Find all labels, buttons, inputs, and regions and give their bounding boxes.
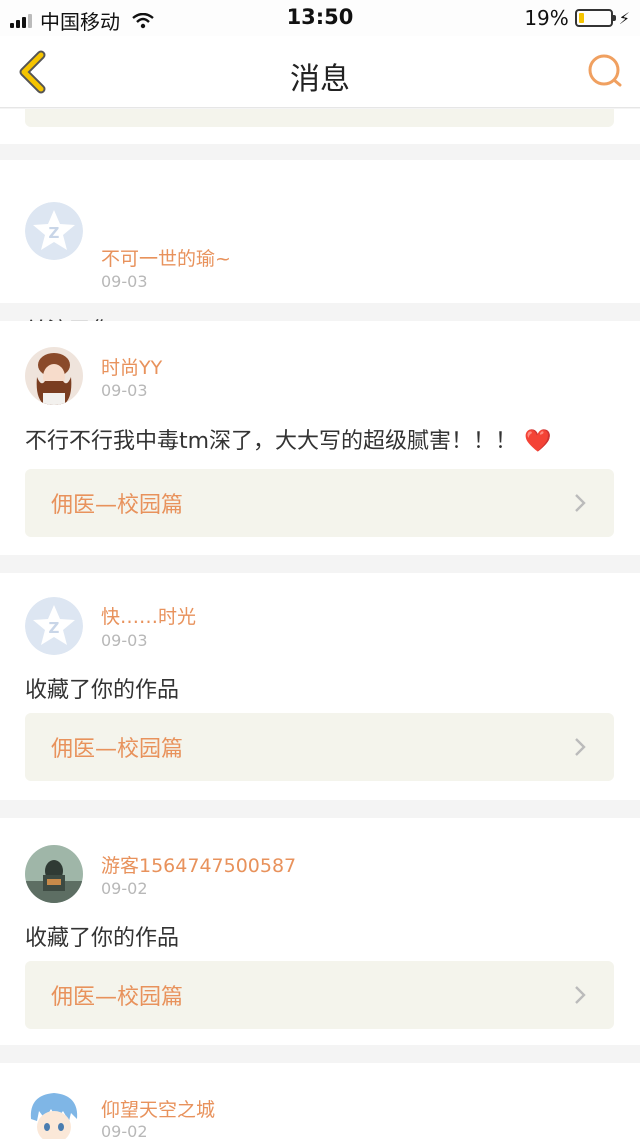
default-avatar-icon[interactable]: Z [25, 597, 83, 655]
work-title: 佣医—校园篇 [51, 493, 184, 518]
work-link[interactable]: 佣医—校园篇 [25, 469, 614, 537]
message-date: 09-03 [101, 381, 148, 400]
user-name[interactable]: 仰望天空之城 [101, 1095, 215, 1122]
status-bar: 中国移动 13:50 19% ⚡ [0, 0, 640, 36]
nav-bar: 消息 [0, 36, 640, 108]
message-date: 09-03 [101, 631, 148, 650]
user-name[interactable]: 不可一世的瑜~ [101, 244, 231, 271]
message-text: 收藏了你的作品 [25, 678, 180, 703]
svg-text:Z: Z [49, 619, 60, 637]
message-card-partial [0, 109, 640, 144]
message-card: Z 不可一世的瑜~ 09-03 关注了您 [0, 160, 640, 344]
status-right: 19% ⚡ [524, 6, 630, 30]
message-date: 09-03 [101, 272, 148, 291]
charging-icon: ⚡ [618, 8, 630, 28]
chevron-right-icon [575, 738, 586, 756]
work-title: 佣医—校园篇 [51, 737, 184, 762]
svg-text:Z: Z [49, 224, 60, 242]
message-feed: Z 不可一世的瑜~ 09-03 关注了您 时尚YY 09-03 不行不行我中毒t… [0, 109, 640, 1139]
chevron-right-icon [575, 986, 586, 1004]
message-card: 时尚YY 09-03 不行不行我中毒tm深了，大大写的超级腻害！！！ ❤️ 佣医… [0, 321, 640, 555]
user-name[interactable]: 快……时光 [101, 602, 196, 629]
message-text: 不行不行我中毒tm深了，大大写的超级腻害！！！ ❤️ [25, 423, 551, 455]
work-link[interactable]: 佣医—校园篇 [25, 713, 614, 781]
work-title: 佣医—校园篇 [51, 985, 184, 1010]
message-date: 09-02 [101, 879, 148, 898]
message-card: 游客1564747500587 09-02 收藏了你的作品 佣医—校园篇 [0, 818, 640, 1045]
search-icon[interactable] [586, 52, 624, 90]
user-name[interactable]: 时尚YY [101, 353, 162, 380]
user-avatar[interactable] [25, 347, 83, 405]
page-title: 消息 [290, 62, 350, 97]
default-avatar-icon[interactable]: Z [25, 202, 83, 260]
message-text: 收藏了你的作品 [25, 926, 180, 951]
message-date: 09-02 [101, 1122, 148, 1139]
message-text-body: 不行不行我中毒tm深了，大大写的超级腻害！！！ [25, 429, 518, 454]
user-avatar[interactable] [25, 845, 83, 903]
user-name[interactable]: 游客1564747500587 [101, 851, 296, 878]
user-avatar[interactable] [25, 1089, 83, 1139]
chevron-right-icon [575, 494, 586, 512]
battery-icon [574, 9, 616, 27]
message-card: Z 快……时光 09-03 收藏了你的作品 佣医—校园篇 [0, 573, 640, 800]
battery-percent: 19% [524, 6, 569, 30]
work-link[interactable]: 佣医—校园篇 [25, 961, 614, 1029]
heart-emoji: ❤️ [524, 429, 552, 454]
message-card: 仰望天空之城 09-02 [0, 1063, 640, 1139]
work-link-partial[interactable] [25, 109, 614, 127]
